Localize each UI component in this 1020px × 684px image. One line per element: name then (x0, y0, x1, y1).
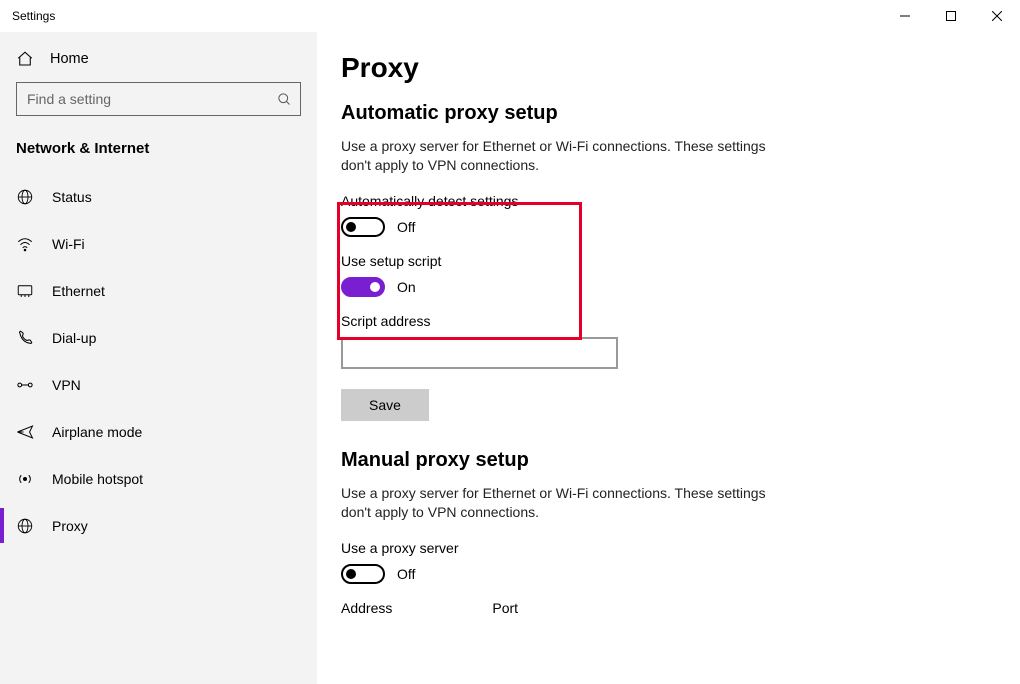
status-icon (16, 188, 34, 206)
content: Proxy Automatic proxy setup Use a proxy … (317, 32, 1020, 684)
nav-item-wifi[interactable]: Wi-Fi (0, 220, 317, 267)
use-proxy-state: Off (397, 566, 415, 582)
detect-state: Off (397, 219, 415, 235)
nav-item-hotspot[interactable]: Mobile hotspot (0, 455, 317, 502)
nav-item-dialup[interactable]: Dial-up (0, 314, 317, 361)
nav-label: Wi-Fi (52, 236, 85, 252)
manual-section-heading: Manual proxy setup (341, 449, 1020, 472)
nav-item-proxy[interactable]: Proxy (0, 502, 317, 549)
nav-item-vpn[interactable]: VPN (0, 361, 317, 408)
close-button[interactable] (974, 0, 1020, 32)
search-input[interactable] (27, 91, 277, 107)
script-toggle[interactable] (341, 277, 385, 297)
script-addr-label: Script address (341, 313, 1020, 329)
port-label: Port (492, 600, 518, 616)
sidebar: Home Network & Internet Status Wi-Fi (0, 32, 317, 684)
home-label: Home (50, 51, 89, 67)
home-button[interactable]: Home (0, 40, 317, 82)
minimize-button[interactable] (882, 0, 928, 32)
vpn-icon (16, 376, 34, 394)
use-proxy-label: Use a proxy server (341, 540, 1020, 556)
detect-toggle[interactable] (341, 217, 385, 237)
maximize-button[interactable] (928, 0, 974, 32)
script-state: On (397, 279, 416, 295)
nav-label: Dial-up (52, 330, 96, 346)
search-icon (277, 92, 292, 107)
hotspot-icon (16, 470, 34, 488)
nav-label: VPN (52, 377, 81, 393)
nav-label: Ethernet (52, 283, 105, 299)
nav-item-airplane[interactable]: Airplane mode (0, 408, 317, 455)
window-title: Settings (12, 9, 55, 23)
search-box[interactable] (16, 82, 301, 116)
auto-section-desc: Use a proxy server for Ethernet or Wi-Fi… (341, 137, 771, 175)
nav-label: Mobile hotspot (52, 471, 143, 487)
page-title: Proxy (341, 52, 1020, 84)
nav-section-title: Network & Internet (0, 132, 317, 173)
script-addr-input[interactable] (341, 337, 618, 369)
home-icon (16, 50, 34, 68)
nav-label: Airplane mode (52, 424, 142, 440)
detect-label: Automatically detect settings (341, 193, 1020, 209)
save-button[interactable]: Save (341, 389, 429, 421)
nav-item-status[interactable]: Status (0, 173, 317, 220)
titlebar: Settings (0, 0, 1020, 32)
manual-section-desc: Use a proxy server for Ethernet or Wi-Fi… (341, 484, 771, 522)
address-label: Address (341, 600, 392, 616)
ethernet-icon (16, 282, 34, 300)
auto-section-heading: Automatic proxy setup (341, 102, 1020, 125)
window-controls (882, 0, 1020, 32)
nav-label: Proxy (52, 518, 88, 534)
script-label: Use setup script (341, 253, 1020, 269)
proxy-icon (16, 517, 34, 535)
wifi-icon (16, 235, 34, 253)
dialup-icon (16, 329, 34, 347)
use-proxy-toggle[interactable] (341, 564, 385, 584)
nav-item-ethernet[interactable]: Ethernet (0, 267, 317, 314)
nav-label: Status (52, 189, 92, 205)
airplane-icon (16, 423, 34, 441)
